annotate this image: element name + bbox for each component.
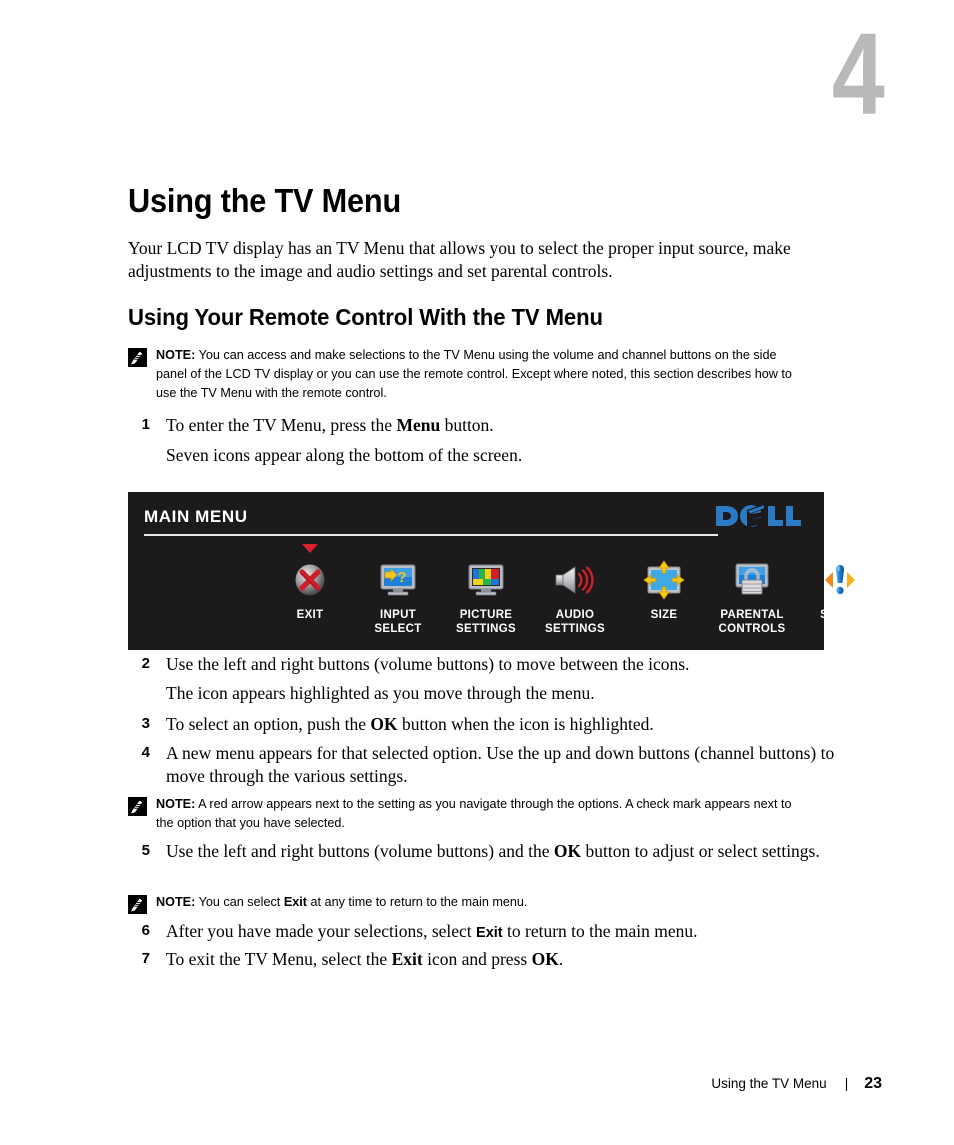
tv-main-menu-osd: MAIN MENU EXIT ? INPUT SELECT PICTURE SE… xyxy=(128,492,860,650)
note-pencil-icon xyxy=(128,895,147,914)
step-number-4: 4 xyxy=(141,744,150,761)
note-pencil-icon xyxy=(128,797,147,816)
step-keyword-3: OK xyxy=(370,714,398,734)
osd-icon-row: EXIT ? INPUT SELECT PICTURE SETTINGS AUD… xyxy=(128,544,860,644)
step-item-5: 5 Use the left and right buttons (volume… xyxy=(128,840,848,863)
note-block-2: NOTE: A red arrow appears next to the se… xyxy=(128,795,828,833)
step-item-3: 3 To select an option, push the OK butto… xyxy=(128,713,848,736)
note-block-3: NOTE: You can select Exit at any time to… xyxy=(128,893,828,914)
step-keyword-7a: Exit xyxy=(391,949,423,969)
step-text-3a: To select an option, push the xyxy=(166,714,371,734)
osd-title: MAIN MENU xyxy=(144,507,248,526)
footer-chapter-label: Using the TV Menu xyxy=(711,1076,827,1091)
step-text-1a: To enter the TV Menu, press the xyxy=(166,415,397,435)
step-body-7: To exit the TV Menu, select the Exit ico… xyxy=(166,948,846,971)
step-text-6a: After you have made your selections, sel… xyxy=(166,921,477,941)
step-number-1: 1 xyxy=(141,416,150,433)
step-text-2a: Use the left and right buttons (volume b… xyxy=(166,654,690,674)
dell-logo xyxy=(714,503,806,529)
note-label-2: NOTE: xyxy=(156,796,196,811)
note-text-3: NOTE: You can select Exit at any time to… xyxy=(156,893,794,912)
section-title: Using Your Remote Control With the TV Me… xyxy=(128,304,603,330)
step-body-1: To enter the TV Menu, press the Menu but… xyxy=(166,414,846,437)
step-keyword-7b: OK xyxy=(531,949,559,969)
step-item-2: 2 Use the left and right buttons (volume… xyxy=(128,653,848,676)
step-body-3: To select an option, push the OK button … xyxy=(166,713,846,736)
step-item-1: 1 To enter the TV Menu, press the Menu b… xyxy=(128,414,848,437)
footer-page-number: 23 xyxy=(864,1075,882,1092)
step-sub-2: The icon appears highlighted as you move… xyxy=(166,683,595,703)
step-body-2: Use the left and right buttons (volume b… xyxy=(166,653,846,676)
step-body-6: After you have made your selections, sel… xyxy=(166,920,846,943)
step-sub-1: Seven icons appear along the bottom of t… xyxy=(166,445,523,465)
page-title: Using the TV Menu xyxy=(128,182,402,219)
osd-title-rule xyxy=(144,534,718,536)
note-body-3a: You can select xyxy=(198,894,284,909)
step-text-4a: A new menu appears for that selected opt… xyxy=(166,743,835,786)
note-pencil-icon xyxy=(128,348,147,367)
osd-label-setup: SETUP xyxy=(820,609,860,621)
step-number-7: 7 xyxy=(141,950,150,967)
step-number-2: 2 xyxy=(141,655,150,672)
note-body-3b: at any time to return to the main menu. xyxy=(306,894,528,909)
step-body-5: Use the left and right buttons (volume b… xyxy=(166,840,846,863)
step-keyword-1: Menu xyxy=(396,415,441,435)
note-text-1: NOTE: You can access and make selections… xyxy=(156,346,794,403)
note-body-2: A red arrow appears next to the setting … xyxy=(156,796,792,830)
note-keyword-3: Exit xyxy=(283,894,307,909)
document-page: 4 Using the TV Menu Your LCD TV display … xyxy=(0,0,954,1145)
step-number-6: 6 xyxy=(141,922,150,939)
note-text-2: NOTE: A red arrow appears next to the se… xyxy=(156,795,794,833)
osd-item-setup[interactable]: SETUP xyxy=(785,544,895,622)
step-number-5: 5 xyxy=(141,842,150,859)
step-text-7b: icon and press xyxy=(422,949,532,969)
footer-separator: | xyxy=(844,1076,849,1091)
note-body-1: You can access and make selections to th… xyxy=(156,347,792,400)
page-footer: Using the TV Menu | 23 xyxy=(711,1075,882,1093)
step-item-6: 6 After you have made your selections, s… xyxy=(128,920,848,943)
intro-paragraph: Your LCD TV display has an TV Menu that … xyxy=(128,238,791,281)
step-number-3: 3 xyxy=(141,715,150,732)
step-text-7c: . xyxy=(558,949,564,969)
osd-marker-spacer-setup xyxy=(785,544,895,558)
note-label-3: NOTE: xyxy=(156,894,196,909)
step-item-7: 7 To exit the TV Menu, select the Exit i… xyxy=(128,948,848,971)
step-text-5b: button to adjust or select settings. xyxy=(581,841,820,861)
step-keyword-6: Exit xyxy=(476,925,503,941)
step-text-1b: button. xyxy=(440,415,494,435)
chapter-number: 4 xyxy=(832,9,885,139)
step-item-4: 4 A new menu appears for that selected o… xyxy=(128,742,848,788)
note-block-1: NOTE: You can access and make selections… xyxy=(128,346,828,403)
step-body-4: A new menu appears for that selected opt… xyxy=(166,742,846,788)
step-keyword-5: OK xyxy=(553,841,582,861)
step-text-3b: button when the icon is highlighted. xyxy=(397,714,654,734)
note-label-1: NOTE: xyxy=(156,347,196,362)
svg-text:?: ? xyxy=(397,569,406,586)
step-text-7a: To exit the TV Menu, select the xyxy=(166,949,392,969)
step-text-5a: Use the left and right buttons (volume b… xyxy=(166,841,554,861)
setup-exclamation-icon xyxy=(785,558,895,602)
step-text-6b: to return to the main menu. xyxy=(502,921,698,941)
